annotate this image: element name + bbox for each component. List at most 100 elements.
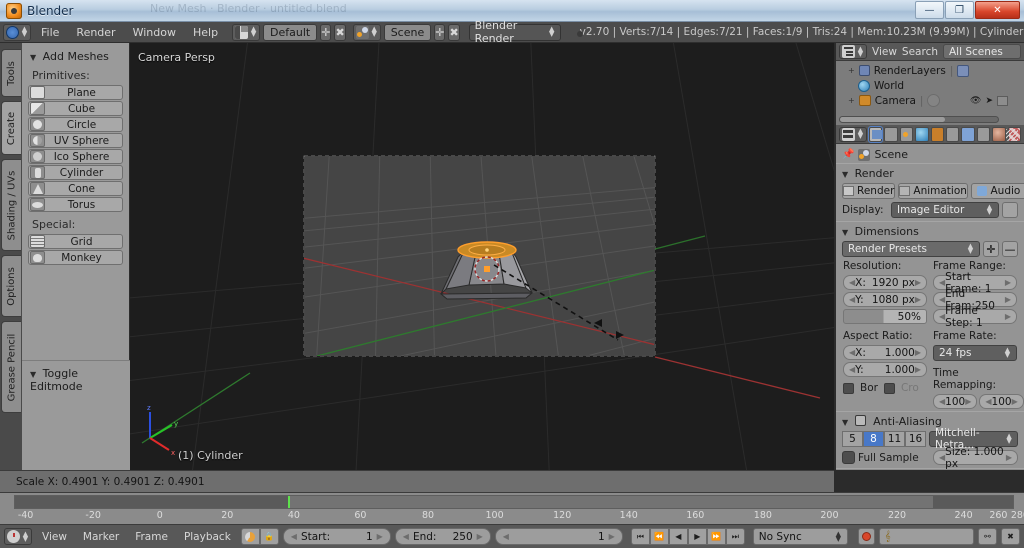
- increment-arrow-icon[interactable]: ▶: [1005, 295, 1011, 304]
- timeline-menu-marker[interactable]: Marker: [77, 531, 125, 543]
- cursor-selectable-icon[interactable]: ➤: [985, 96, 993, 106]
- unlink-action-icon[interactable]: ✖: [1001, 528, 1020, 545]
- screen-layout-name[interactable]: Default: [263, 23, 318, 41]
- start-frame-field[interactable]: ◀ Start: 1 ▶: [282, 528, 391, 545]
- link-action-icon[interactable]: ⚯: [978, 528, 997, 545]
- add-ico-sphere-button[interactable]: Ico Sphere: [28, 149, 123, 164]
- add-cylinder-button[interactable]: Cylinder: [28, 165, 123, 180]
- increment-arrow-icon[interactable]: ▶: [1006, 453, 1012, 462]
- increment-arrow-icon[interactable]: ▶: [1012, 397, 1018, 406]
- increment-arrow-icon[interactable]: ▶: [915, 295, 921, 304]
- add-cone-button[interactable]: Cone: [28, 181, 123, 196]
- record-icon[interactable]: [857, 528, 875, 545]
- aa-sample-8-button[interactable]: 8: [863, 431, 884, 447]
- aa-size-field[interactable]: ◀ Size: 1.000 px ▶: [933, 446, 1018, 470]
- scene-selector[interactable]: ▲ ▼: [352, 23, 381, 41]
- eye-visibility-icon[interactable]: 👁: [970, 96, 981, 106]
- aa-sample-5-button[interactable]: 5: [842, 431, 863, 447]
- add-plane-button[interactable]: Plane: [28, 85, 123, 100]
- object-tab-icon[interactable]: [930, 126, 945, 142]
- info-editor-type-selector[interactable]: ▲ ▼: [3, 23, 31, 41]
- add-meshes-panel-header[interactable]: ▼ Add Meshes: [30, 50, 123, 63]
- render-tab-icon[interactable]: [869, 126, 883, 142]
- constraints-tab-icon[interactable]: [946, 126, 960, 142]
- expand-toggle-icon[interactable]: +: [848, 66, 855, 75]
- current-frame-field[interactable]: ◀ 1 ▶: [494, 528, 623, 545]
- menu-file[interactable]: File: [34, 24, 66, 41]
- auto-key-icon[interactable]: [240, 528, 260, 545]
- antialiasing-checkbox[interactable]: [854, 415, 866, 426]
- add-torus-button[interactable]: Torus: [28, 197, 123, 212]
- increment-arrow-icon[interactable]: ▶: [1005, 278, 1011, 287]
- outliner-editor-type-selector[interactable]: ▲ ▼: [839, 44, 867, 59]
- play-reverse-icon[interactable]: ◀: [668, 528, 688, 545]
- lock-icon[interactable]: 🔒: [259, 528, 279, 545]
- play-icon[interactable]: ▶: [687, 528, 707, 545]
- display-preview-icon[interactable]: [1002, 202, 1018, 218]
- action-editor-field[interactable]: 𝄞: [878, 528, 974, 545]
- outliner-editor[interactable]: ▲ ▼ View Search All Scenes + RenderLayers…: [835, 43, 1024, 125]
- expand-toggle-icon[interactable]: +: [848, 96, 855, 105]
- increment-arrow-icon[interactable]: ▶: [1005, 312, 1011, 321]
- frame-rate-dropdown[interactable]: 24 fps ▲ ▼: [933, 345, 1017, 361]
- properties-editor[interactable]: ▲ ▼ 📌 Scene ▼ Render Render Animation Au…: [835, 125, 1024, 470]
- display-mode-dropdown[interactable]: Image Editor ▲ ▼: [891, 202, 999, 218]
- increment-arrow-icon[interactable]: ▶: [915, 278, 921, 287]
- close-button[interactable]: ✕: [975, 1, 1020, 19]
- tab-options[interactable]: Options: [1, 255, 21, 317]
- timeline-menu-playback[interactable]: Playback: [178, 531, 237, 543]
- resolution-y-field[interactable]: ◀ Y: 1080 px ▶: [843, 292, 927, 307]
- tab-shading-uvs[interactable]: Shading / UVs: [1, 159, 21, 251]
- delete-screen-button[interactable]: ✖: [334, 23, 346, 41]
- timeline-menu-view[interactable]: View: [36, 531, 73, 543]
- viewport-canvas[interactable]: z y x: [130, 43, 834, 470]
- increment-arrow-icon[interactable]: ▶: [915, 365, 921, 374]
- menu-window[interactable]: Window: [126, 24, 183, 41]
- aspect-x-field[interactable]: ◀ X: 1.000 ▶: [843, 345, 927, 360]
- outliner-menu-view[interactable]: View: [872, 46, 897, 58]
- render-animation-button[interactable]: Animation: [898, 183, 968, 199]
- render-image-button[interactable]: Render: [842, 183, 896, 199]
- resolution-x-field[interactable]: ◀ X: 1920 px ▶: [843, 275, 927, 290]
- end-frame-field[interactable]: ◀ End: 250 ▶: [394, 528, 491, 545]
- add-circle-button[interactable]: Circle: [28, 117, 123, 132]
- delete-scene-button[interactable]: ✖: [448, 23, 460, 41]
- aa-sample-16-button[interactable]: 16: [905, 431, 926, 447]
- decrement-arrow-icon[interactable]: ◀: [291, 532, 297, 541]
- sync-mode-dropdown[interactable]: No Sync ▲ ▼: [752, 528, 848, 545]
- add-scene-button[interactable]: ✛: [434, 23, 446, 41]
- jump-start-icon[interactable]: ⏮: [630, 528, 650, 545]
- tab-tools[interactable]: Tools: [1, 49, 21, 97]
- prev-key-icon[interactable]: ⏪: [649, 528, 669, 545]
- tab-create[interactable]: Create: [1, 101, 21, 155]
- timeline-ruler[interactable]: -40 -20 0 20 40 60 80 100 120 140 160 18…: [0, 509, 1024, 523]
- aspect-y-field[interactable]: ◀ Y: 1.000 ▶: [843, 362, 927, 377]
- increment-arrow-icon[interactable]: ▶: [915, 348, 921, 357]
- render-engine-selector[interactable]: Blender Render ▲ ▼: [468, 19, 561, 45]
- tab-grease-pencil[interactable]: Grease Pencil: [1, 321, 21, 413]
- timeline-menu-frame[interactable]: Frame: [129, 531, 174, 543]
- modifiers-tab-icon[interactable]: [961, 126, 975, 142]
- add-uv-sphere-button[interactable]: UV Sphere: [28, 133, 123, 148]
- add-grid-button[interactable]: Grid: [28, 234, 123, 249]
- resolution-percentage-slider[interactable]: 50%: [843, 309, 927, 324]
- timeline-editor-type-selector[interactable]: ▲ ▼: [4, 528, 32, 545]
- menu-render[interactable]: Render: [69, 24, 122, 41]
- remove-preset-button[interactable]: —: [1002, 241, 1018, 257]
- add-preset-button[interactable]: ✛: [983, 241, 999, 257]
- timeline-editor[interactable]: -40 -20 0 20 40 60 80 100 120 140 160 18…: [0, 492, 1024, 548]
- minimize-button[interactable]: —: [915, 1, 944, 19]
- render-layers-tab-icon[interactable]: [884, 126, 898, 142]
- outliner-row-camera[interactable]: + Camera | 👁 ➤: [836, 93, 1024, 108]
- scene-tab-icon[interactable]: [899, 126, 914, 142]
- playhead[interactable]: [288, 496, 291, 508]
- crop-checkbox[interactable]: [883, 382, 895, 394]
- toggle-editmode-panel[interactable]: ▼ Toggle Editmode: [22, 360, 130, 470]
- border-checkbox[interactable]: [843, 382, 854, 394]
- properties-editor-type-selector[interactable]: ▲ ▼: [839, 126, 867, 142]
- world-tab-icon[interactable]: [915, 126, 929, 142]
- render-toggle-icon[interactable]: [997, 95, 1008, 106]
- timeline-track[interactable]: [14, 495, 1014, 509]
- dimensions-panel-header[interactable]: ▼ Dimensions: [836, 129, 1024, 241]
- outliner-row-renderlayers[interactable]: + RenderLayers |: [836, 63, 1024, 78]
